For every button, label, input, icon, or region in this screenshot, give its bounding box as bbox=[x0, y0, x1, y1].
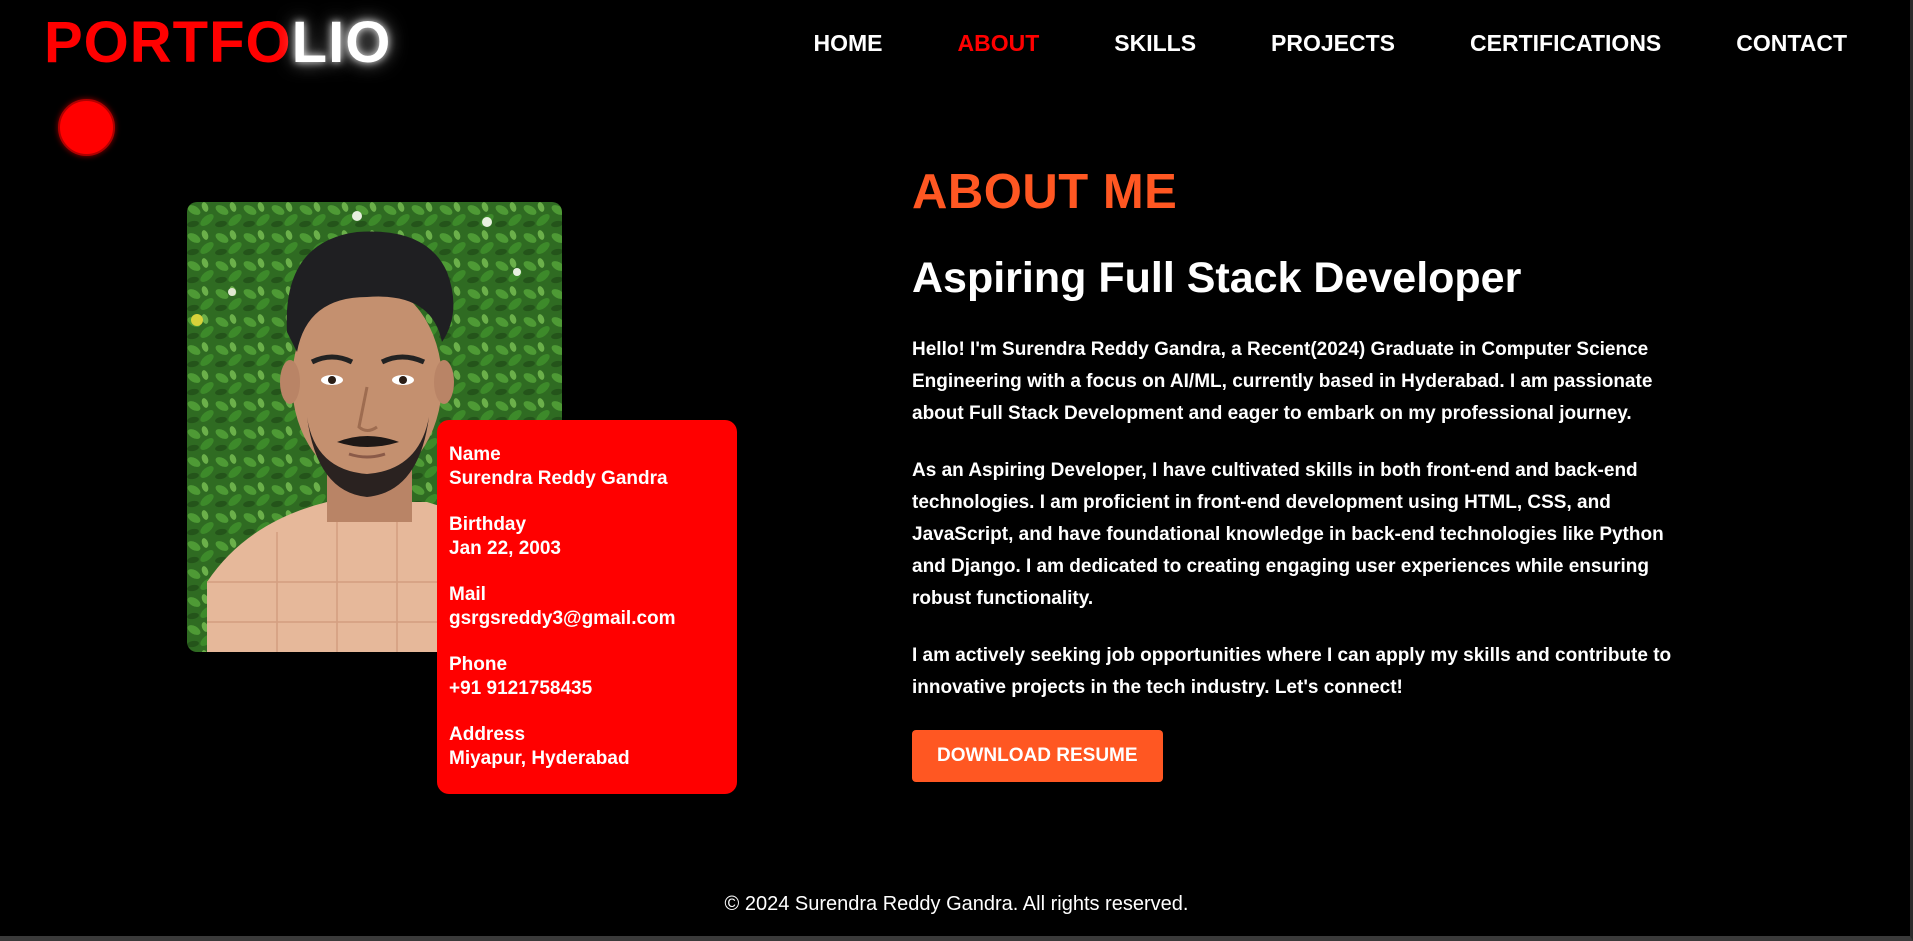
nav-skills[interactable]: SKILLS bbox=[1114, 30, 1196, 57]
nav-home[interactable]: HOME bbox=[813, 30, 882, 57]
nav-about[interactable]: ABOUT bbox=[957, 30, 1039, 57]
about-paragraph-2: As an Aspiring Developer, I have cultiva… bbox=[912, 460, 1664, 609]
info-label: Address bbox=[449, 724, 526, 745]
info-label: Mail bbox=[449, 584, 486, 605]
info-value: Jan 22, 2003 bbox=[449, 538, 561, 559]
logo[interactable]: PORTFOLIO bbox=[44, 14, 391, 72]
nav-contact[interactable]: CONTACT bbox=[1736, 30, 1847, 57]
logo-part-white: LIO bbox=[291, 10, 392, 75]
info-value: Miyapur, Hyderabad bbox=[449, 748, 630, 769]
about-subheading: Aspiring Full Stack Developer bbox=[912, 254, 1522, 302]
nav-certifications[interactable]: CERTIFICATIONS bbox=[1470, 30, 1661, 57]
info-value: Surendra Reddy Gandra bbox=[449, 468, 668, 489]
nav-projects[interactable]: PROJECTS bbox=[1271, 30, 1395, 57]
info-label: Phone bbox=[449, 654, 508, 675]
info-birthday: Birthday Jan 22, 2003 bbox=[449, 513, 725, 561]
info-name: Name Surendra Reddy Gandra bbox=[449, 443, 725, 491]
about-section: ABOUT ME Aspiring Full Stack Developer H… bbox=[912, 160, 1672, 782]
info-label: Birthday bbox=[449, 514, 527, 535]
info-label: Name bbox=[449, 444, 501, 465]
info-value: gsrgsreddy3@gmail.com bbox=[449, 608, 676, 629]
decor-red-dot bbox=[58, 99, 115, 156]
info-value: +91 9121758435 bbox=[449, 678, 593, 699]
info-phone: Phone +91 9121758435 bbox=[449, 653, 725, 701]
info-mail: Mail gsrgsreddy3@gmail.com bbox=[449, 583, 725, 631]
info-address: Address Miyapur, Hyderabad bbox=[449, 723, 725, 771]
download-resume-button[interactable]: DOWNLOAD RESUME bbox=[912, 730, 1163, 782]
about-paragraph-1: Hello! I'm Surendra Reddy Gandra, a Rece… bbox=[912, 339, 1653, 424]
personal-info-card: Name Surendra Reddy Gandra Birthday Jan … bbox=[437, 420, 737, 794]
logo-part-red: PORTFO bbox=[44, 10, 292, 75]
about-heading: ABOUT ME bbox=[912, 165, 1178, 219]
main-nav: HOME ABOUT SKILLS PROJECTS CERTIFICATION… bbox=[813, 30, 1847, 57]
about-paragraph-3: I am actively seeking job opportunities … bbox=[912, 645, 1672, 698]
footer-copyright: © 2024 Surendra Reddy Gandra. All rights… bbox=[724, 893, 1189, 915]
